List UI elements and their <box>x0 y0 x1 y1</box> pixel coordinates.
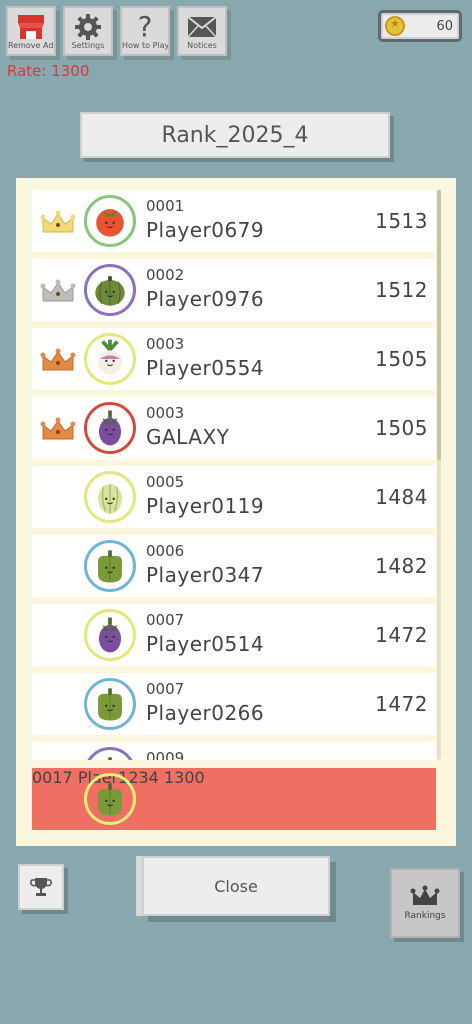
crown-icon <box>410 885 440 905</box>
player-score: 1505 <box>375 347 428 371</box>
ranking-row[interactable]: 0002 Player0976 1512 <box>32 259 436 321</box>
bronze-crown-icon <box>40 347 76 373</box>
ranking-row[interactable]: 0007 Player0266 1472 <box>32 673 436 735</box>
rank-number: 0007 <box>146 680 185 698</box>
coin-counter: 60 <box>378 10 462 42</box>
eggplant-avatar <box>84 402 136 454</box>
player-name: Player0554 <box>146 356 265 380</box>
gear-icon <box>65 13 111 41</box>
remove-ads-label: Remove Ads <box>8 41 54 50</box>
tomato-avatar <box>84 195 136 247</box>
eggplant-avatar <box>84 609 136 661</box>
ranking-row[interactable]: 0007 Player0514 1472 <box>32 604 436 666</box>
rank-number: 0003 <box>146 335 185 353</box>
player-score: 1482 <box>375 554 428 578</box>
pepper-avatar <box>84 747 136 760</box>
pumpkin-avatar <box>84 264 136 316</box>
notices-button[interactable]: Notices <box>177 6 227 56</box>
close-button[interactable]: Close <box>142 856 330 916</box>
player-name: Player0347 <box>146 563 265 587</box>
my-rank-row: 0017 Plaer1234 1300 <box>32 768 436 830</box>
scrollbar-thumb[interactable] <box>437 190 441 460</box>
player-name: Player0119 <box>146 494 265 518</box>
player-score: 1472 <box>375 692 428 716</box>
silver-crown-icon <box>40 278 76 304</box>
cabbage-avatar <box>84 471 136 523</box>
player-score: 1513 <box>375 209 428 233</box>
player-score: 1484 <box>375 485 428 509</box>
player-name: Player0514 <box>146 632 265 656</box>
player-name: GALAXY <box>146 425 230 449</box>
ranking-row[interactable]: 0003 Player0554 1505 <box>32 328 436 390</box>
player-name: Player0679 <box>146 218 265 242</box>
ranking-row[interactable]: 0003 GALAXY 1505 <box>32 397 436 459</box>
rankings-button[interactable]: Rankings <box>390 868 460 938</box>
pepper-avatar <box>84 678 136 730</box>
rank-number: 0002 <box>146 266 185 284</box>
question-icon: ? <box>137 10 153 43</box>
rate-text: Rate: 1300 <box>7 62 90 80</box>
rank-number: 0005 <box>146 473 185 491</box>
ranking-row[interactable]: 0009 <box>32 742 436 760</box>
rank-number: 0009 <box>146 749 185 760</box>
gold-crown-icon <box>40 209 76 235</box>
my-avatar <box>84 773 136 825</box>
my-score: 1300 <box>163 768 205 787</box>
ranking-panel: 0001 Player0679 1513 0002 Player0976 151… <box>16 178 456 846</box>
rank-number: 0001 <box>146 197 185 215</box>
rankings-label: Rankings <box>404 911 446 921</box>
bronze-crown-icon <box>40 416 76 442</box>
coin-value: 60 <box>436 18 453 34</box>
scrollbar[interactable] <box>437 190 441 760</box>
my-rank: 0017 <box>32 768 73 787</box>
coin-icon <box>385 16 405 36</box>
player-score: 1512 <box>375 278 428 302</box>
rank-number: 0006 <box>146 542 185 560</box>
remove-ads-button[interactable]: Remove Ads <box>6 6 56 56</box>
player-name: Player0976 <box>146 287 265 311</box>
envelope-icon <box>179 13 225 41</box>
rank-number: 0003 <box>146 404 185 422</box>
settings-button[interactable]: Settings <box>63 6 113 56</box>
ranking-list[interactable]: 0001 Player0679 1513 0002 Player0976 151… <box>32 190 436 760</box>
ranking-title: Rank_2025_4 <box>80 112 390 158</box>
player-name: Player0266 <box>146 701 265 725</box>
ranking-row[interactable]: 0001 Player0679 1513 <box>32 190 436 252</box>
shop-icon <box>8 13 54 41</box>
notices-label: Notices <box>187 41 217 50</box>
how-to-play-button[interactable]: ? How to Play <box>120 6 170 56</box>
trophy-button[interactable] <box>18 864 64 910</box>
rank-number: 0007 <box>146 611 185 629</box>
player-score: 1505 <box>375 416 428 440</box>
turnip-avatar <box>84 333 136 385</box>
settings-label: Settings <box>71 41 105 50</box>
pepper-avatar <box>84 540 136 592</box>
ranking-row[interactable]: 0006 Player0347 1482 <box>32 535 436 597</box>
ranking-row[interactable]: 0005 Player0119 1484 <box>32 466 436 528</box>
player-score: 1472 <box>375 623 428 647</box>
trophy-icon <box>30 878 52 896</box>
